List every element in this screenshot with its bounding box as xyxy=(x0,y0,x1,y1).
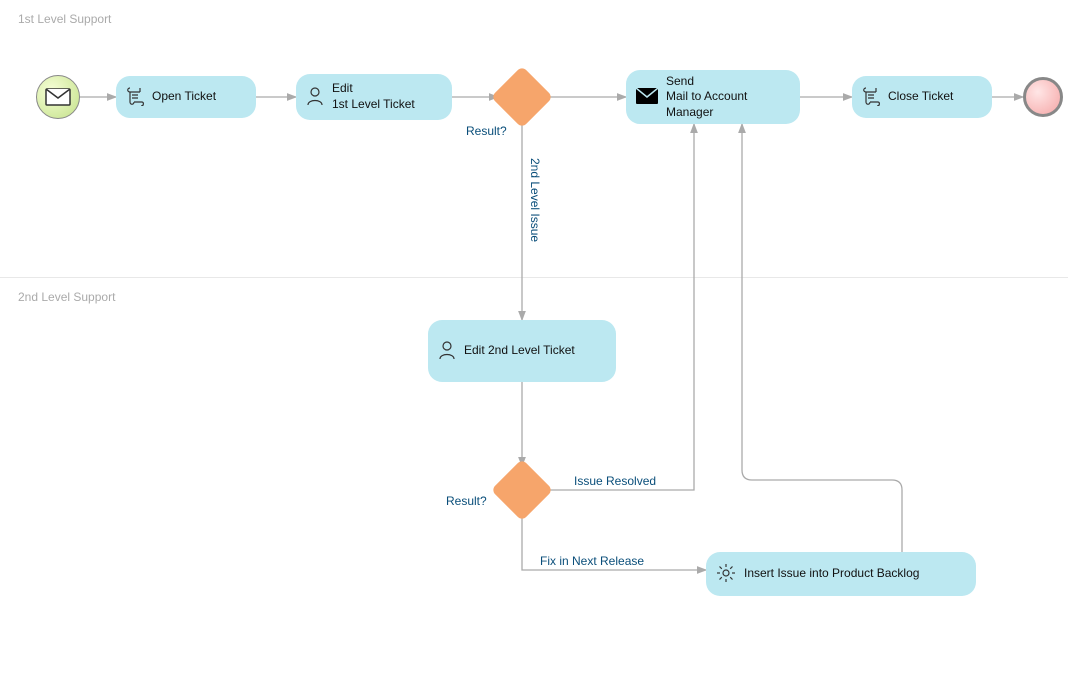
task-label: Edit 2nd Level Ticket xyxy=(464,343,575,359)
user-icon xyxy=(306,86,324,109)
task-label: Insert Issue into Product Backlog xyxy=(744,566,919,582)
task-label: Send Mail to Account Manager xyxy=(666,74,747,121)
task-label: Edit 1st Level Ticket xyxy=(332,81,415,112)
lane-label-first: 1st Level Support xyxy=(18,12,111,26)
task-label: Close Ticket xyxy=(888,89,953,105)
task-open-ticket[interactable]: Open Ticket xyxy=(116,76,256,118)
end-event[interactable] xyxy=(1023,77,1063,117)
task-close-ticket[interactable]: Close Ticket xyxy=(852,76,992,118)
gateway-1-label: Result? xyxy=(466,124,507,138)
gear-icon xyxy=(716,563,736,586)
edge-label-2nd-level-issue: 2nd Level Issue xyxy=(528,158,542,242)
script-icon xyxy=(862,86,880,109)
lane-label-second: 2nd Level Support xyxy=(18,290,115,304)
task-label: Open Ticket xyxy=(152,89,216,105)
edge-label-issue-resolved: Issue Resolved xyxy=(574,474,656,488)
task-insert-backlog[interactable]: Insert Issue into Product Backlog xyxy=(706,552,976,596)
envelope-filled-icon xyxy=(636,88,658,107)
user-icon xyxy=(438,340,456,363)
task-edit-second-level[interactable]: Edit 2nd Level Ticket xyxy=(428,320,616,382)
edge-label-fix-next-release: Fix in Next Release xyxy=(540,554,644,568)
start-event-message[interactable] xyxy=(36,75,80,119)
envelope-icon xyxy=(45,88,71,106)
gateway-2-label: Result? xyxy=(446,494,487,508)
script-icon xyxy=(126,86,144,109)
task-edit-first-level[interactable]: Edit 1st Level Ticket xyxy=(296,74,452,120)
task-send-mail[interactable]: Send Mail to Account Manager xyxy=(626,70,800,124)
